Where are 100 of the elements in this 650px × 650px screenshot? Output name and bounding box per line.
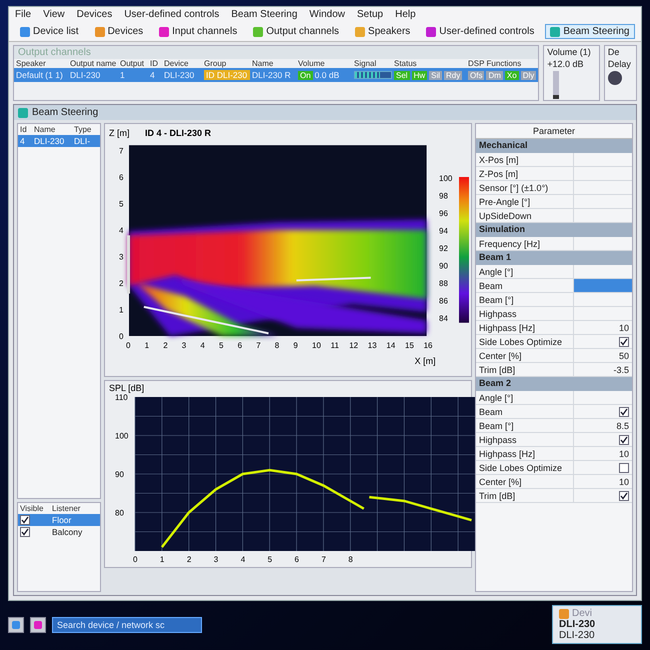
parameter-label: Beam [°] [476,419,574,432]
column-header[interactable]: Listener [52,504,98,513]
scale-label: 92 [439,244,448,253]
section-header[interactable]: Beam 2 [476,377,632,391]
delay-label: Delay [608,59,632,69]
parameter-checkbox[interactable] [619,434,629,444]
toolbar-tab[interactable]: Speakers [350,24,416,39]
column-header[interactable]: Device [164,59,202,68]
column-header[interactable]: ID [150,59,162,68]
table-cell-text: 4 [150,70,156,80]
volume-fader[interactable] [553,71,560,99]
toolbar-tab[interactable]: Input channels [154,24,242,39]
menu-item[interactable]: Window [309,9,345,20]
device-card[interactable]: Devi DLI-230 DLI-230 [552,605,642,644]
column-header[interactable]: Volume [298,59,352,68]
parameter-label: Highpass [476,433,574,446]
table-cell-text: DLI-230 [70,70,102,80]
parameter-label: Sensor [°] (±1.0°) [476,181,574,194]
column-header[interactable]: Visible [20,504,50,513]
table-cell-text: DLI-230 [34,136,66,146]
menu-item[interactable]: Devices [76,9,112,20]
axis-tick-label: 3 [182,341,186,350]
window-tab-icon[interactable] [30,616,46,632]
list-row[interactable]: Floor [18,514,100,526]
visible-checkbox[interactable] [20,527,30,537]
axis-tick-label: 12 [349,341,358,350]
parameter-value[interactable]: 8.5 [574,419,632,432]
axis-tick-label: 3 [119,252,124,262]
parameter-checkbox[interactable] [619,462,629,472]
status-chip: Rdy [444,70,462,80]
column-header[interactable]: Speaker [16,59,68,68]
axis-tick-label: 80 [115,508,124,518]
list-row[interactable]: 4 DLI-230 DLI- [18,135,100,147]
scale-label: 94 [439,226,448,236]
parameter-label: Angle [°] [476,391,574,404]
list-row[interactable]: Balcony [18,526,100,538]
section-header[interactable]: Simulation [476,223,632,237]
column-header[interactable]: Group [204,59,250,68]
column-header[interactable]: Name [252,59,296,68]
scale-label: 84 [439,314,448,323]
table-cell-text: DLI- [74,136,92,146]
column-header[interactable]: Id [20,125,32,134]
parameter-label: Z-Pos [m] [476,167,574,180]
parameter-label: Highpass [476,307,574,320]
column-header[interactable]: Name [34,125,72,134]
search-field[interactable]: Search device / network sc [52,616,202,632]
section-header[interactable]: Beam 1 [476,251,632,265]
scale-label: 90 [439,261,448,270]
axis-tick-label: 110 [115,393,128,402]
column-header[interactable]: DSP Functions [468,59,536,68]
toolbar-tab[interactable]: Device list [15,24,84,39]
parameter-label: Center [%] [476,349,574,362]
axis-tick-label: 90 [115,470,124,479]
window-tab-icon[interactable] [8,616,24,632]
axis-tick-label: 5 [268,555,272,564]
parameter-label: Highpass [Hz] [476,321,574,334]
table-cell-text: Floor [52,515,72,525]
parameter-checkbox[interactable] [619,490,629,500]
panel-title: Volume (1) [547,47,592,57]
column-header[interactable]: Output name [70,59,118,68]
menu-item[interactable]: User-defined controls [124,9,220,20]
device-icon [559,608,569,618]
axis-tick-label: 5 [119,200,124,208]
parameter-checkbox[interactable] [619,406,629,416]
scale-label: 86 [439,296,448,306]
menu-item[interactable]: Help [395,9,416,20]
parameter-value[interactable]: 10 [574,447,632,460]
toolbar-tab[interactable]: User-defined controls [421,24,540,39]
menu-item[interactable]: View [43,9,65,20]
column-header[interactable]: Signal [354,59,392,68]
status-chip: Hw [412,70,428,80]
axis-tick-label: 4 [200,341,205,350]
axis-title: X [m] [414,356,436,366]
visible-checkbox[interactable] [20,515,30,525]
device-name: DLI-230 [559,619,596,630]
axis-tick-label: 14 [386,341,396,350]
parameter-value[interactable]: 10 [574,321,632,334]
axis-title: SPL [dB] [109,383,144,393]
scale-label: 88 [439,278,448,288]
table-cell-text: Default (1 1) [16,70,64,80]
axis-tick-label: 2 [163,341,168,350]
column-header[interactable]: Status [394,59,466,68]
toolbar-tab[interactable]: Devices [90,24,148,39]
section-header[interactable]: Mechanical [476,139,632,153]
toolbar-tab[interactable]: Beam Steering [545,24,634,39]
delay-knob[interactable] [608,71,622,85]
axis-tick-label: 8 [274,341,280,350]
menu-item[interactable]: Beam Steering [231,9,298,20]
parameter-value[interactable]: -3.5 [574,363,632,376]
parameter-value[interactable]: 10 [574,475,632,488]
menu-item[interactable]: Setup [356,9,384,20]
column-header[interactable]: Type [74,125,98,134]
parameter-checkbox[interactable] [619,336,629,346]
window-title: Beam Steering [32,107,98,118]
toolbar-tab[interactable]: Output channels [248,24,344,39]
scale-label: 98 [439,191,448,200]
table-cell-text: 1 [120,70,126,80]
menu-item[interactable]: File [15,9,32,20]
parameter-value[interactable]: 50 [574,349,632,362]
column-header[interactable]: Output [120,59,148,68]
